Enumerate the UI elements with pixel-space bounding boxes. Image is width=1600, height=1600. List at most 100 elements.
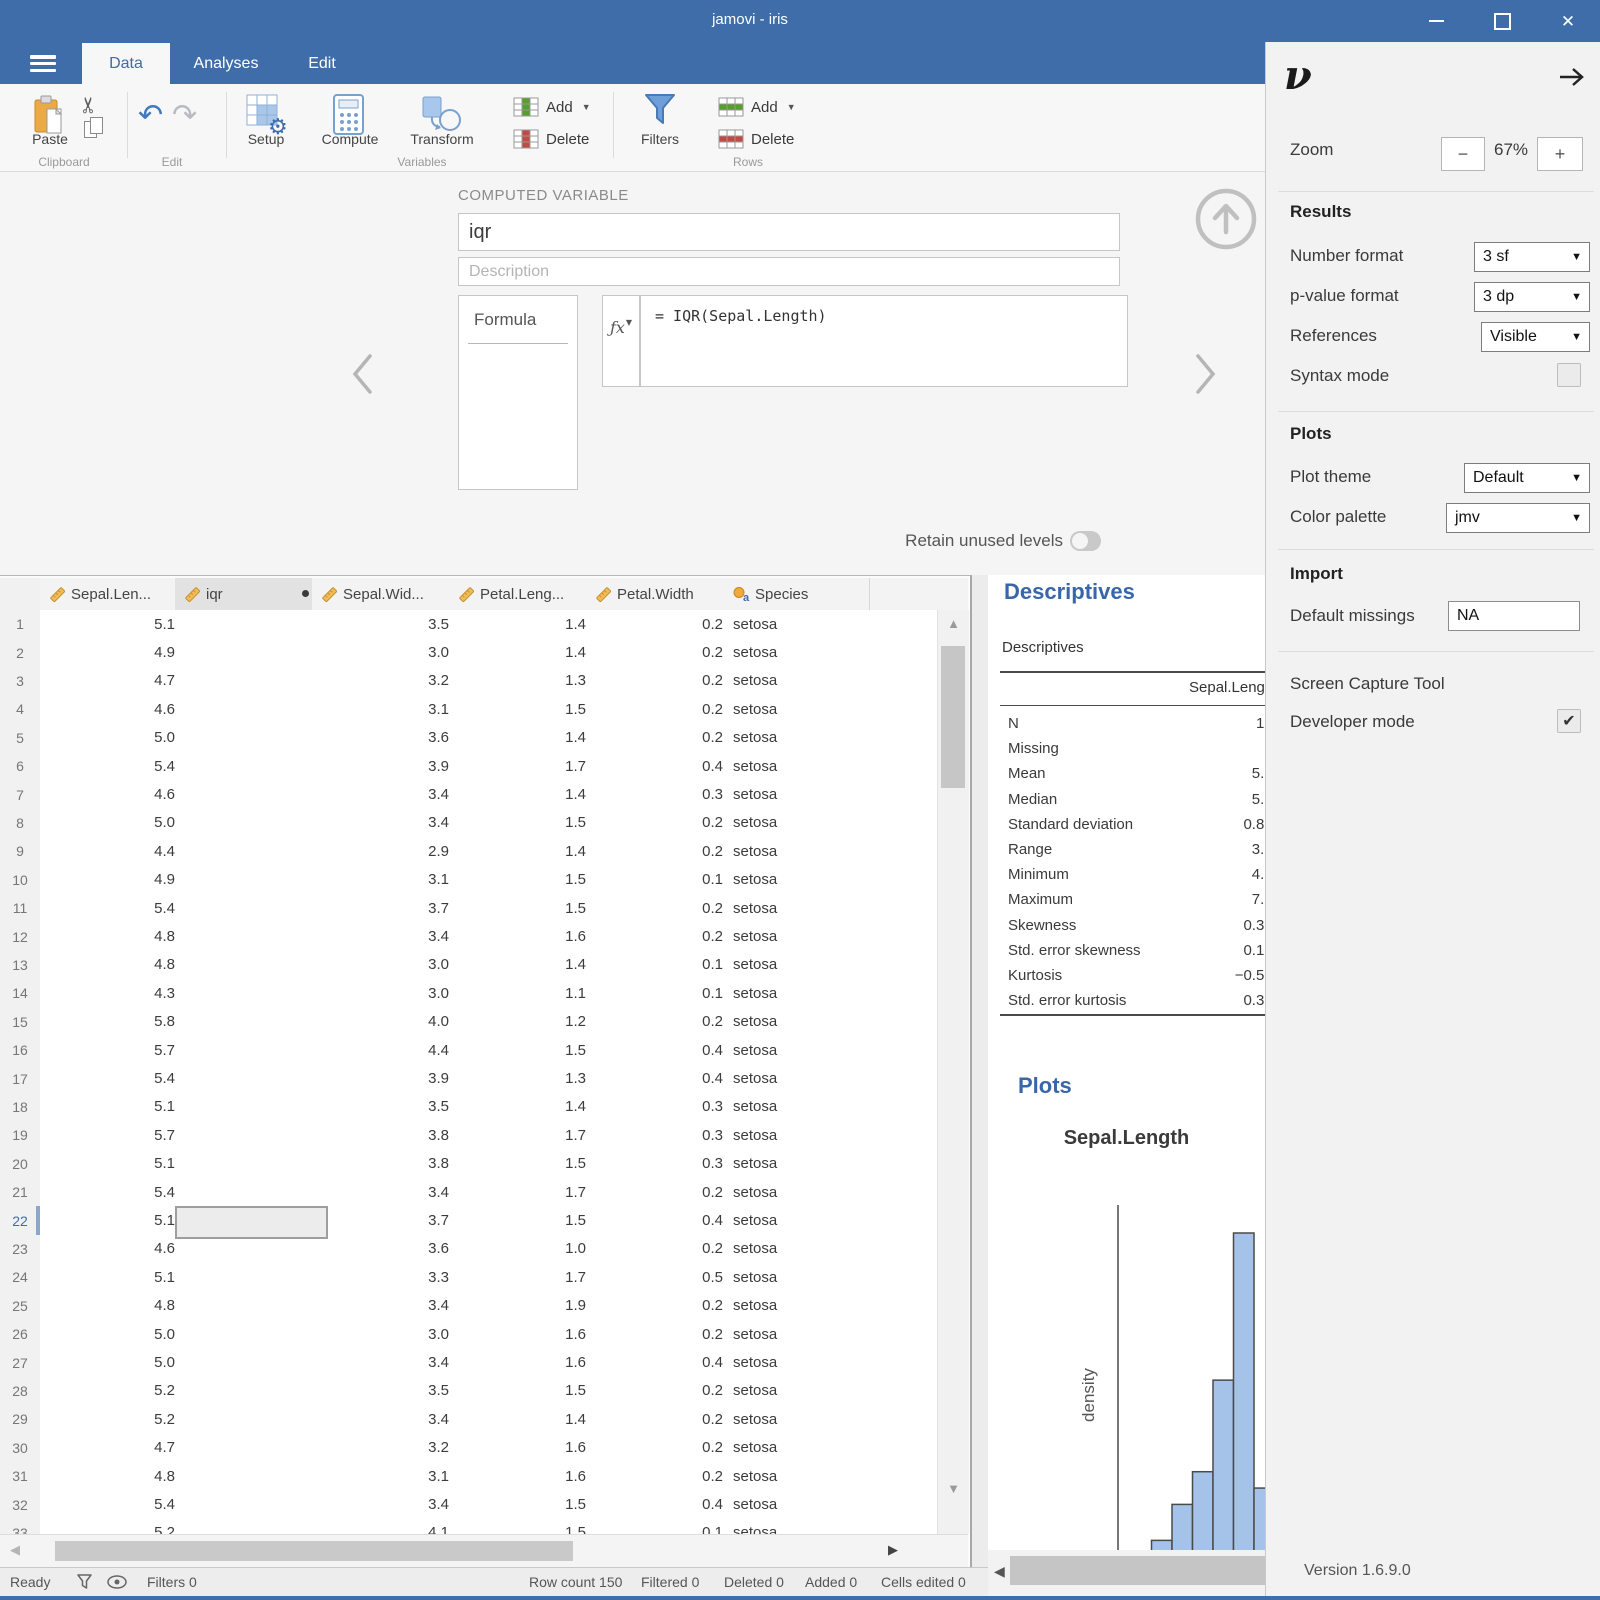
table-cell[interactable]: 4.3 bbox=[40, 979, 188, 1008]
table-cell[interactable] bbox=[175, 1519, 325, 1534]
table-cell[interactable] bbox=[175, 951, 325, 980]
table-cell[interactable]: setosa bbox=[723, 1178, 883, 1207]
table-cell[interactable]: 0.2 bbox=[586, 1292, 736, 1321]
table-cell[interactable]: 0.2 bbox=[586, 724, 736, 753]
formula-input[interactable]: = IQR(Sepal.Length) bbox=[640, 295, 1128, 387]
column-header-petal-width[interactable]: Petal.Width bbox=[586, 578, 733, 611]
table-cell[interactable]: setosa bbox=[723, 1121, 883, 1150]
table-cell[interactable]: 5.2 bbox=[40, 1519, 188, 1534]
table-cell[interactable] bbox=[175, 1093, 325, 1122]
table-cell[interactable]: 1.9 bbox=[449, 1292, 599, 1321]
table-cell[interactable] bbox=[175, 1434, 325, 1463]
row-number[interactable]: 20 bbox=[0, 1150, 41, 1179]
table-cell[interactable]: 5.1 bbox=[40, 1206, 188, 1235]
table-cell[interactable]: 0.4 bbox=[586, 1348, 736, 1377]
table-cell[interactable]: setosa bbox=[723, 1064, 883, 1093]
table-cell[interactable]: 5.1 bbox=[40, 1263, 188, 1292]
table-cell[interactable] bbox=[175, 1377, 325, 1406]
table-cell[interactable]: 5.1 bbox=[40, 1093, 188, 1122]
table-cell[interactable]: setosa bbox=[723, 667, 883, 696]
table-cell[interactable]: 5.0 bbox=[40, 1320, 188, 1349]
row-number[interactable]: 13 bbox=[0, 951, 41, 980]
table-cell[interactable] bbox=[175, 1150, 325, 1179]
table-cell[interactable]: 1.6 bbox=[449, 1320, 599, 1349]
redo-icon[interactable]: ↷ bbox=[172, 98, 197, 133]
table-cell[interactable]: 4.6 bbox=[40, 780, 188, 809]
table-cell[interactable]: setosa bbox=[723, 1008, 883, 1037]
tab-analyses[interactable]: Analyses bbox=[170, 43, 282, 84]
add-row-button[interactable]: Add▼ bbox=[718, 97, 796, 117]
table-cell[interactable]: setosa bbox=[723, 837, 883, 866]
setup-icon[interactable]: ⚙ bbox=[246, 94, 288, 136]
table-cell[interactable]: 3.4 bbox=[312, 1292, 462, 1321]
tab-edit[interactable]: Edit bbox=[282, 43, 362, 84]
table-cell[interactable]: 0.2 bbox=[586, 1008, 736, 1037]
table-cell[interactable] bbox=[175, 1235, 325, 1264]
table-cell[interactable]: 0.2 bbox=[586, 809, 736, 838]
table-cell[interactable]: setosa bbox=[723, 1036, 883, 1065]
table-cell[interactable] bbox=[175, 894, 325, 923]
table-cell[interactable]: 0.1 bbox=[586, 1519, 736, 1534]
table-cell[interactable]: 4.9 bbox=[40, 866, 188, 895]
table-cell[interactable]: 1.6 bbox=[449, 1462, 599, 1491]
retain-unused-levels-toggle[interactable] bbox=[1070, 531, 1101, 551]
row-number[interactable]: 10 bbox=[0, 866, 41, 895]
row-number[interactable]: 14 bbox=[0, 979, 41, 1008]
paste-label[interactable]: Paste bbox=[24, 131, 76, 147]
table-cell[interactable]: 0.2 bbox=[586, 1434, 736, 1463]
table-cell[interactable]: 1.7 bbox=[449, 752, 599, 781]
table-cell[interactable]: setosa bbox=[723, 979, 883, 1008]
table-cell[interactable]: 0.3 bbox=[586, 1121, 736, 1150]
zoom-in-button[interactable]: + bbox=[1537, 137, 1583, 171]
table-cell[interactable] bbox=[175, 752, 325, 781]
status-filter-icon[interactable] bbox=[76, 1573, 93, 1591]
row-number[interactable]: 22 bbox=[0, 1206, 41, 1235]
row-number[interactable]: 3 bbox=[0, 667, 41, 696]
row-number[interactable]: 30 bbox=[0, 1434, 41, 1463]
panel-splitter[interactable] bbox=[972, 575, 988, 1596]
table-cell[interactable]: setosa bbox=[723, 610, 883, 639]
scroll-up-icon[interactable]: ▲ bbox=[938, 616, 969, 631]
table-cell[interactable] bbox=[175, 638, 325, 667]
table-cell[interactable]: setosa bbox=[723, 951, 883, 980]
row-number[interactable]: 2 bbox=[0, 638, 41, 667]
add-variable-button[interactable]: Add▼ bbox=[513, 97, 591, 117]
row-number[interactable]: 5 bbox=[0, 724, 41, 753]
table-cell[interactable]: 5.2 bbox=[40, 1377, 188, 1406]
table-cell[interactable]: 1.5 bbox=[449, 1036, 599, 1065]
compute-label[interactable]: Compute bbox=[314, 131, 386, 147]
table-cell[interactable]: 5.4 bbox=[40, 1178, 188, 1207]
table-cell[interactable] bbox=[175, 724, 325, 753]
table-cell[interactable]: 3.7 bbox=[312, 894, 462, 923]
table-cell[interactable]: 0.4 bbox=[586, 1206, 736, 1235]
scroll-left-icon[interactable]: ◀ bbox=[6, 1542, 24, 1558]
table-cell[interactable]: 1.5 bbox=[449, 809, 599, 838]
table-cell[interactable]: 5.1 bbox=[40, 610, 188, 639]
table-cell[interactable]: 0.2 bbox=[586, 695, 736, 724]
row-number[interactable]: 28 bbox=[0, 1377, 41, 1406]
table-cell[interactable]: 3.2 bbox=[312, 667, 462, 696]
transform-icon[interactable] bbox=[420, 94, 464, 136]
table-cell[interactable]: 3.6 bbox=[312, 724, 462, 753]
table-cell[interactable]: setosa bbox=[723, 1348, 883, 1377]
cut-icon[interactable]: ✂ bbox=[76, 96, 102, 114]
table-cell[interactable]: 3.0 bbox=[312, 951, 462, 980]
references-dropdown[interactable]: Visible▼ bbox=[1481, 322, 1590, 352]
table-cell[interactable]: 0.2 bbox=[586, 610, 736, 639]
table-cell[interactable] bbox=[175, 780, 325, 809]
row-number[interactable]: 18 bbox=[0, 1093, 41, 1122]
minimize-button[interactable] bbox=[1420, 8, 1452, 34]
table-cell[interactable]: 3.5 bbox=[312, 1377, 462, 1406]
number-format-dropdown[interactable]: 3 sf▼ bbox=[1474, 242, 1590, 272]
table-cell[interactable]: setosa bbox=[723, 638, 883, 667]
results-title[interactable]: Descriptives bbox=[1004, 579, 1135, 605]
table-cell[interactable]: 1.6 bbox=[449, 1348, 599, 1377]
table-cell[interactable]: setosa bbox=[723, 1206, 883, 1235]
row-number[interactable]: 15 bbox=[0, 1008, 41, 1037]
table-cell[interactable]: setosa bbox=[723, 1462, 883, 1491]
table-cell[interactable]: 3.1 bbox=[312, 695, 462, 724]
table-cell[interactable]: 3.5 bbox=[312, 610, 462, 639]
row-number[interactable]: 4 bbox=[0, 695, 41, 724]
row-number[interactable]: 7 bbox=[0, 780, 41, 809]
table-cell[interactable]: 1.7 bbox=[449, 1263, 599, 1292]
